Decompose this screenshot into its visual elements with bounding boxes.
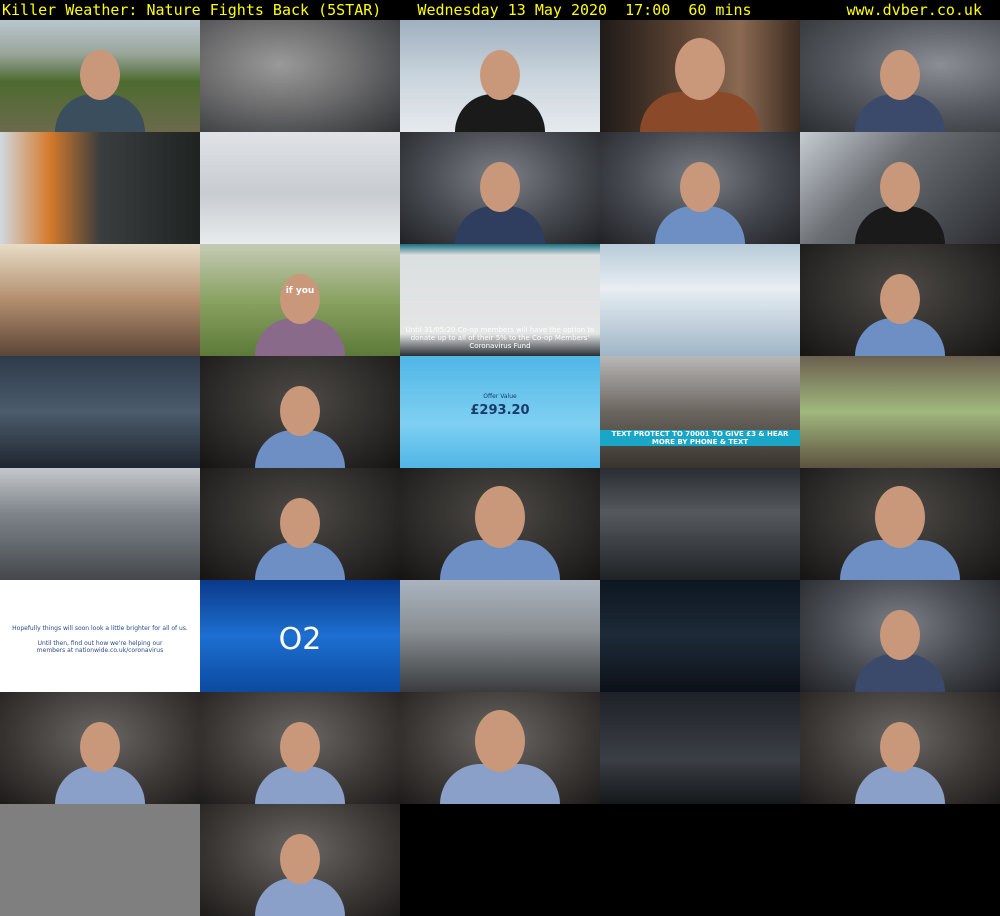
thumbnail[interactable] <box>400 468 600 580</box>
thumbnail[interactable] <box>800 468 1000 580</box>
thumbnail[interactable] <box>800 244 1000 356</box>
person-head <box>480 50 520 100</box>
thumbnail[interactable] <box>200 468 400 580</box>
person-head <box>875 486 925 548</box>
thumbnail[interactable] <box>0 356 200 468</box>
person-head <box>280 834 320 884</box>
thumbnail[interactable] <box>800 356 1000 468</box>
person-head <box>280 498 320 548</box>
thumbnail[interactable] <box>600 580 800 692</box>
person-head <box>880 50 920 100</box>
thumbnail[interactable] <box>200 20 400 132</box>
thumbnail-caption: Until 31/05/20 Co-op members will have t… <box>405 326 595 350</box>
thumbnail[interactable] <box>400 580 600 692</box>
thumbnail-subcaption: Offer Value <box>483 393 517 400</box>
thumbnail[interactable] <box>0 244 200 356</box>
person-head <box>280 274 320 324</box>
thumbnail[interactable] <box>0 692 200 804</box>
thumbnail[interactable]: O2 <box>200 580 400 692</box>
thumbnail-grid: if you Until 31/05/20 Co-op members will … <box>0 20 1000 916</box>
person-head <box>680 162 720 212</box>
thumbnail-caption: TEXT PROTECT TO 70001 TO GIVE £3 & HEAR … <box>600 430 800 446</box>
thumbnail[interactable] <box>600 692 800 804</box>
person-head <box>280 722 320 772</box>
person-head <box>880 610 920 660</box>
person-head <box>80 722 120 772</box>
thumbnail-caption: £293.20 <box>470 403 530 418</box>
thumbnail-caption: Hopefully things will soon look a little… <box>12 625 188 632</box>
thumbnail[interactable] <box>400 692 600 804</box>
person-head <box>880 274 920 324</box>
thumbnail-caption-secondary: Until then, find out how we're helping o… <box>36 640 164 654</box>
header-bar: Killer Weather: Nature Fights Back (5STA… <box>0 0 1000 20</box>
thumbnail[interactable] <box>600 132 800 244</box>
page-title: Killer Weather: Nature Fights Back (5STA… <box>2 1 752 19</box>
thumbnail[interactable] <box>800 580 1000 692</box>
thumbnail[interactable]: £293.20 Offer Value <box>400 356 600 468</box>
thumbnail-caption: if you <box>285 286 315 296</box>
person-head <box>475 710 525 772</box>
thumbnail[interactable]: Until 31/05/20 Co-op members will have t… <box>400 244 600 356</box>
thumbnail[interactable] <box>200 692 400 804</box>
thumbnail[interactable] <box>200 132 400 244</box>
thumbnail[interactable]: TEXT PROTECT TO 70001 TO GIVE £3 & HEAR … <box>600 356 800 468</box>
thumbnail[interactable]: Hopefully things will soon look a little… <box>0 580 200 692</box>
thumbnail[interactable] <box>600 20 800 132</box>
thumbnail-caption: O2 <box>278 622 322 657</box>
person-head <box>675 38 725 100</box>
site-link[interactable]: www.dvber.co.uk <box>847 1 982 19</box>
thumbnail[interactable] <box>0 804 200 916</box>
thumbnail[interactable] <box>0 132 200 244</box>
thumbnail[interactable] <box>400 20 600 132</box>
thumbnail[interactable] <box>800 20 1000 132</box>
person-head <box>80 50 120 100</box>
thumbnail[interactable] <box>0 468 200 580</box>
thumbnail[interactable]: if you <box>200 244 400 356</box>
person-head <box>480 162 520 212</box>
thumbnail[interactable] <box>800 692 1000 804</box>
person-head <box>280 386 320 436</box>
person-head <box>475 486 525 548</box>
person-head <box>880 162 920 212</box>
thumbnail[interactable] <box>200 804 400 916</box>
thumbnail[interactable] <box>800 132 1000 244</box>
thumbnail[interactable] <box>0 20 200 132</box>
thumbnail[interactable] <box>200 356 400 468</box>
thumbnail[interactable] <box>400 132 600 244</box>
thumbnail[interactable] <box>600 244 800 356</box>
person-head <box>880 722 920 772</box>
thumbnail[interactable] <box>600 468 800 580</box>
